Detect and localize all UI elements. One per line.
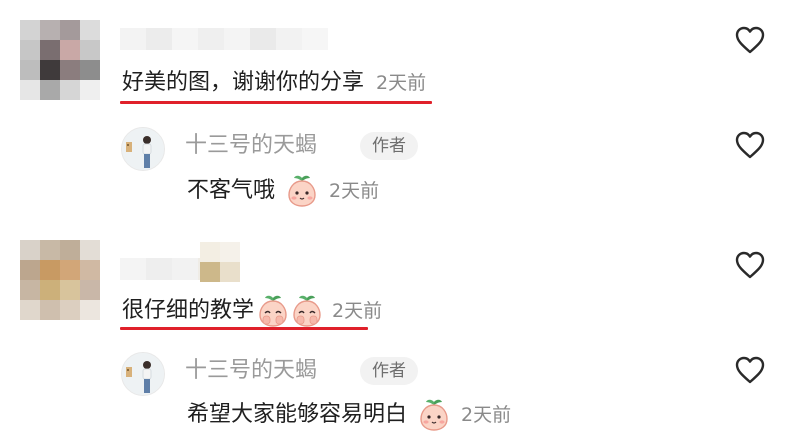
red-underline-annotation bbox=[120, 101, 432, 104]
author-name[interactable]: 十三号的天蝎 bbox=[185, 131, 317, 161]
commenter-avatar[interactable] bbox=[20, 240, 100, 320]
comment-row: 好美的图，谢谢你的分享 2天前 bbox=[122, 68, 426, 98]
heart-outline-icon[interactable] bbox=[735, 251, 765, 279]
comment-timestamp: 2天前 bbox=[376, 72, 427, 94]
red-underline-annotation bbox=[120, 327, 368, 330]
heart-outline-icon[interactable] bbox=[735, 26, 765, 54]
author-name[interactable]: 十三号的天蝎 bbox=[185, 356, 317, 386]
comment-timestamp: 2天前 bbox=[332, 300, 383, 322]
author-badge: 作者 bbox=[360, 132, 418, 160]
comment-text: 很仔细的教学 bbox=[122, 298, 255, 323]
peach-face-emoji bbox=[259, 295, 287, 327]
author-avatar[interactable] bbox=[121, 127, 165, 171]
reply-timestamp: 2天前 bbox=[461, 404, 512, 426]
heart-outline-icon[interactable] bbox=[735, 131, 765, 159]
reply-row: 希望大家能够容易明白 2天前 bbox=[187, 398, 511, 432]
author-avatar-image bbox=[122, 353, 164, 395]
peach-face-emoji bbox=[420, 399, 448, 431]
commenter-avatar[interactable] bbox=[20, 20, 100, 100]
author-avatar-image bbox=[122, 128, 164, 170]
author-badge: 作者 bbox=[360, 357, 418, 385]
commenter-name-blurred-badge bbox=[200, 242, 240, 282]
peach-face-emoji bbox=[288, 175, 316, 207]
author-avatar[interactable] bbox=[121, 352, 165, 396]
reply-text: 不客气哦 bbox=[187, 178, 276, 203]
peach-face-emoji bbox=[293, 295, 321, 327]
comment-row: 很仔细的教学 2天前 bbox=[122, 294, 382, 328]
heart-outline-icon[interactable] bbox=[735, 356, 765, 384]
reply-row: 不客气哦 2天前 bbox=[187, 174, 379, 208]
comment-text: 好美的图，谢谢你的分享 bbox=[122, 70, 365, 95]
reply-text: 希望大家能够容易明白 bbox=[187, 402, 408, 427]
commenter-name-blurred[interactable] bbox=[120, 28, 328, 50]
reply-timestamp: 2天前 bbox=[329, 180, 380, 202]
